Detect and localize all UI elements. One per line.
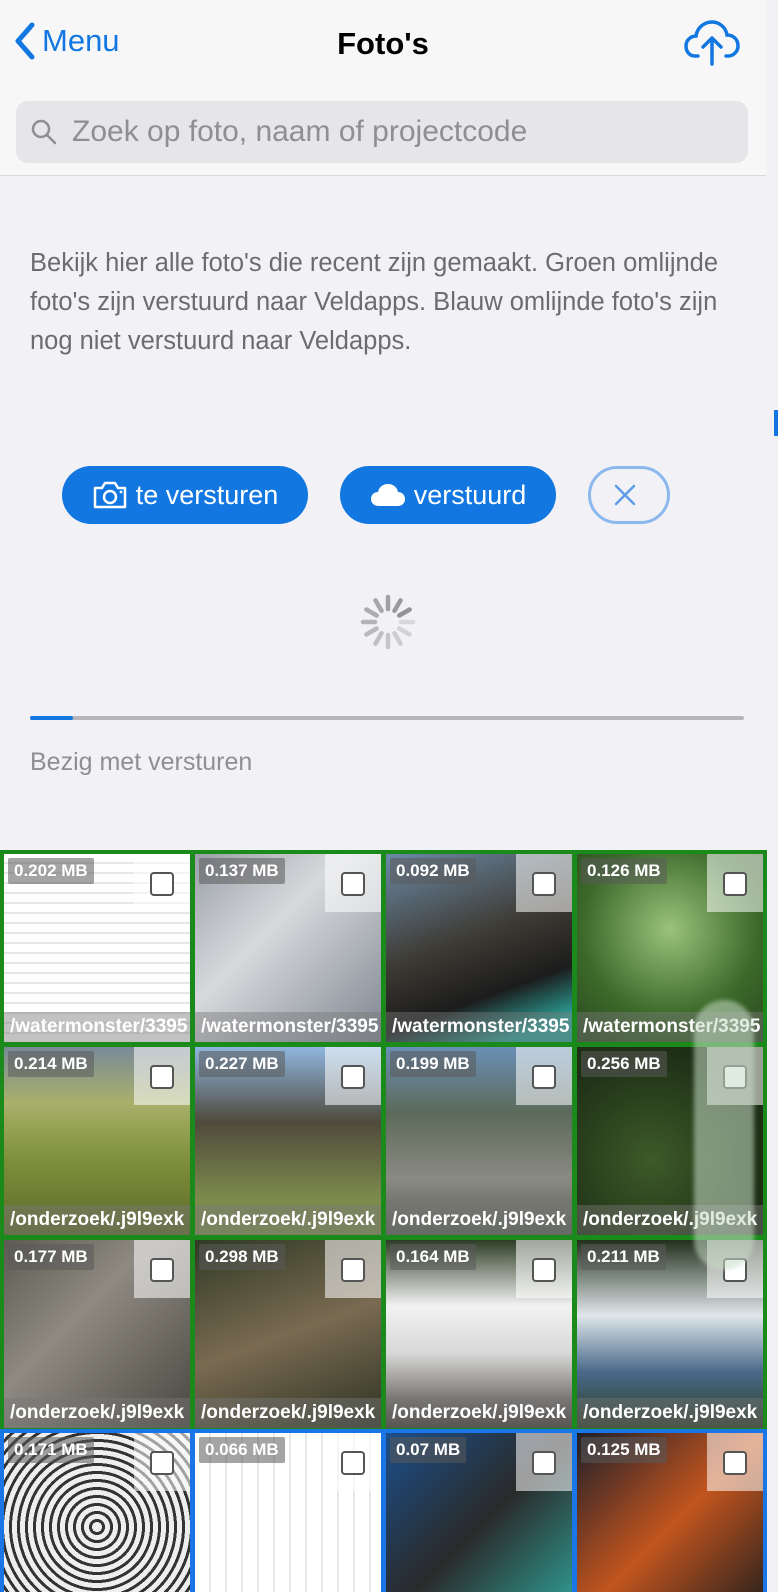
cloud-upload-icon[interactable]: [684, 18, 740, 71]
photo-size-badge: 0.177 MB: [8, 1244, 94, 1270]
photo-tile[interactable]: 0.092 MB/watermonster/3395: [382, 850, 576, 1046]
photo-tile[interactable]: 0.164 MB/onderzoek/.j9l9exk: [382, 1236, 576, 1432]
search-bar[interactable]: [16, 101, 748, 163]
photo-select-area[interactable]: [325, 1047, 381, 1105]
photo-tile[interactable]: 0.125 MB: [573, 1429, 767, 1592]
photo-path-label: /watermonster/3395: [195, 1012, 381, 1042]
cloud-icon: [370, 484, 405, 506]
photo-select-checkbox[interactable]: [150, 1451, 174, 1475]
photo-path-label: /onderzoek/.j9l9exk: [4, 1205, 190, 1235]
photo-size-badge: 0.202 MB: [8, 858, 94, 884]
photo-tile[interactable]: 0.214 MB/onderzoek/.j9l9exk: [0, 1043, 194, 1239]
photo-select-area[interactable]: [707, 1433, 763, 1491]
photo-size-badge: 0.298 MB: [199, 1244, 285, 1270]
photo-size-badge: 0.199 MB: [390, 1051, 476, 1077]
photo-select-area[interactable]: [516, 854, 572, 912]
photo-select-checkbox[interactable]: [341, 1258, 365, 1282]
loading-spinner-icon: [360, 594, 416, 655]
photo-path-label: /onderzoek/.j9l9exk: [386, 1398, 572, 1428]
photo-select-checkbox[interactable]: [532, 1258, 556, 1282]
photo-select-checkbox[interactable]: [723, 1451, 747, 1475]
photo-select-area[interactable]: [516, 1433, 572, 1491]
photo-select-area[interactable]: [325, 854, 381, 912]
upload-progress-fill: [30, 716, 73, 720]
search-input[interactable]: [72, 115, 712, 149]
photo-select-area[interactable]: [134, 1047, 190, 1105]
photo-select-checkbox[interactable]: [532, 1065, 556, 1089]
photo-size-badge: 0.066 MB: [199, 1437, 285, 1463]
page-title: Foto's: [337, 26, 429, 61]
filter-sent-label: verstuurd: [413, 479, 527, 510]
photo-size-badge: 0.164 MB: [390, 1244, 476, 1270]
photo-select-checkbox[interactable]: [532, 1451, 556, 1475]
photo-select-area[interactable]: [516, 1240, 572, 1298]
photo-size-badge: 0.125 MB: [581, 1437, 667, 1463]
photo-select-checkbox[interactable]: [723, 872, 747, 896]
photo-select-checkbox[interactable]: [150, 872, 174, 896]
upload-status-text: Bezig met versturen: [30, 748, 253, 776]
photo-size-badge: 0.07 MB: [390, 1437, 467, 1463]
photo-select-checkbox[interactable]: [532, 872, 556, 896]
close-icon: [614, 484, 636, 506]
photo-path-label: /onderzoek/.j9l9exk: [195, 1398, 381, 1428]
photo-tile[interactable]: 0.177 MB/onderzoek/.j9l9exk: [0, 1236, 194, 1432]
photo-select-checkbox[interactable]: [341, 1451, 365, 1475]
photo-select-area[interactable]: [325, 1240, 381, 1298]
photo-select-area[interactable]: [707, 854, 763, 912]
photo-tile[interactable]: 0.066 MB: [191, 1429, 385, 1592]
photo-tile[interactable]: 0.202 MB/watermonster/3395: [0, 850, 194, 1046]
photo-tile[interactable]: 0.171 MB: [0, 1429, 194, 1592]
photo-tile[interactable]: 0.137 MB/watermonster/3395: [191, 850, 385, 1046]
photo-size-badge: 0.126 MB: [581, 858, 667, 884]
photo-select-area[interactable]: [134, 1240, 190, 1298]
photo-size-badge: 0.092 MB: [390, 858, 476, 884]
photo-path-label: /onderzoek/.j9l9exk: [4, 1398, 190, 1428]
filter-sent-button[interactable]: verstuurd: [340, 466, 556, 524]
photo-tile[interactable]: 0.227 MB/onderzoek/.j9l9exk: [191, 1043, 385, 1239]
scrollbar-thumb[interactable]: [694, 1000, 754, 1270]
photo-path-label: /onderzoek/.j9l9exk: [195, 1205, 381, 1235]
photo-size-badge: 0.171 MB: [8, 1437, 94, 1463]
photo-tile[interactable]: 0.298 MB/onderzoek/.j9l9exk: [191, 1236, 385, 1432]
photo-size-badge: 0.211 MB: [581, 1244, 666, 1270]
photo-size-badge: 0.256 MB: [581, 1051, 667, 1077]
camera-icon: [93, 481, 126, 509]
edge-indicator: [774, 410, 778, 436]
photo-select-area[interactable]: [134, 854, 190, 912]
photo-select-checkbox[interactable]: [341, 872, 365, 896]
navigation-header: Menu Foto's: [0, 0, 766, 176]
photo-size-badge: 0.137 MB: [199, 858, 285, 884]
photo-tile[interactable]: 0.07 MB: [382, 1429, 576, 1592]
filter-bar: te versturen verstuurd: [0, 466, 766, 524]
photo-path-label: /onderzoek/.j9l9exk: [386, 1205, 572, 1235]
photo-size-badge: 0.227 MB: [199, 1051, 285, 1077]
intro-text: Bekijk hier alle foto's die recent zijn …: [30, 249, 719, 355]
photo-tile[interactable]: 0.199 MB/onderzoek/.j9l9exk: [382, 1043, 576, 1239]
photo-select-checkbox[interactable]: [341, 1065, 365, 1089]
clear-filter-button[interactable]: [588, 466, 670, 524]
photo-select-area[interactable]: [325, 1433, 381, 1491]
photo-select-checkbox[interactable]: [150, 1065, 174, 1089]
photo-select-checkbox[interactable]: [150, 1258, 174, 1282]
photo-select-area[interactable]: [516, 1047, 572, 1105]
photo-path-label: /onderzoek/.j9l9exk: [577, 1398, 763, 1428]
photo-size-badge: 0.214 MB: [8, 1051, 94, 1077]
filter-to-send-label: te versturen: [135, 479, 279, 510]
photo-path-label: /watermonster/3395: [386, 1012, 572, 1042]
search-icon: [31, 119, 57, 145]
photo-select-area[interactable]: [134, 1433, 190, 1491]
filter-to-send-button[interactable]: te versturen: [62, 466, 308, 524]
upload-progress-bar: [30, 716, 744, 720]
photo-path-label: /watermonster/3395: [4, 1012, 190, 1042]
